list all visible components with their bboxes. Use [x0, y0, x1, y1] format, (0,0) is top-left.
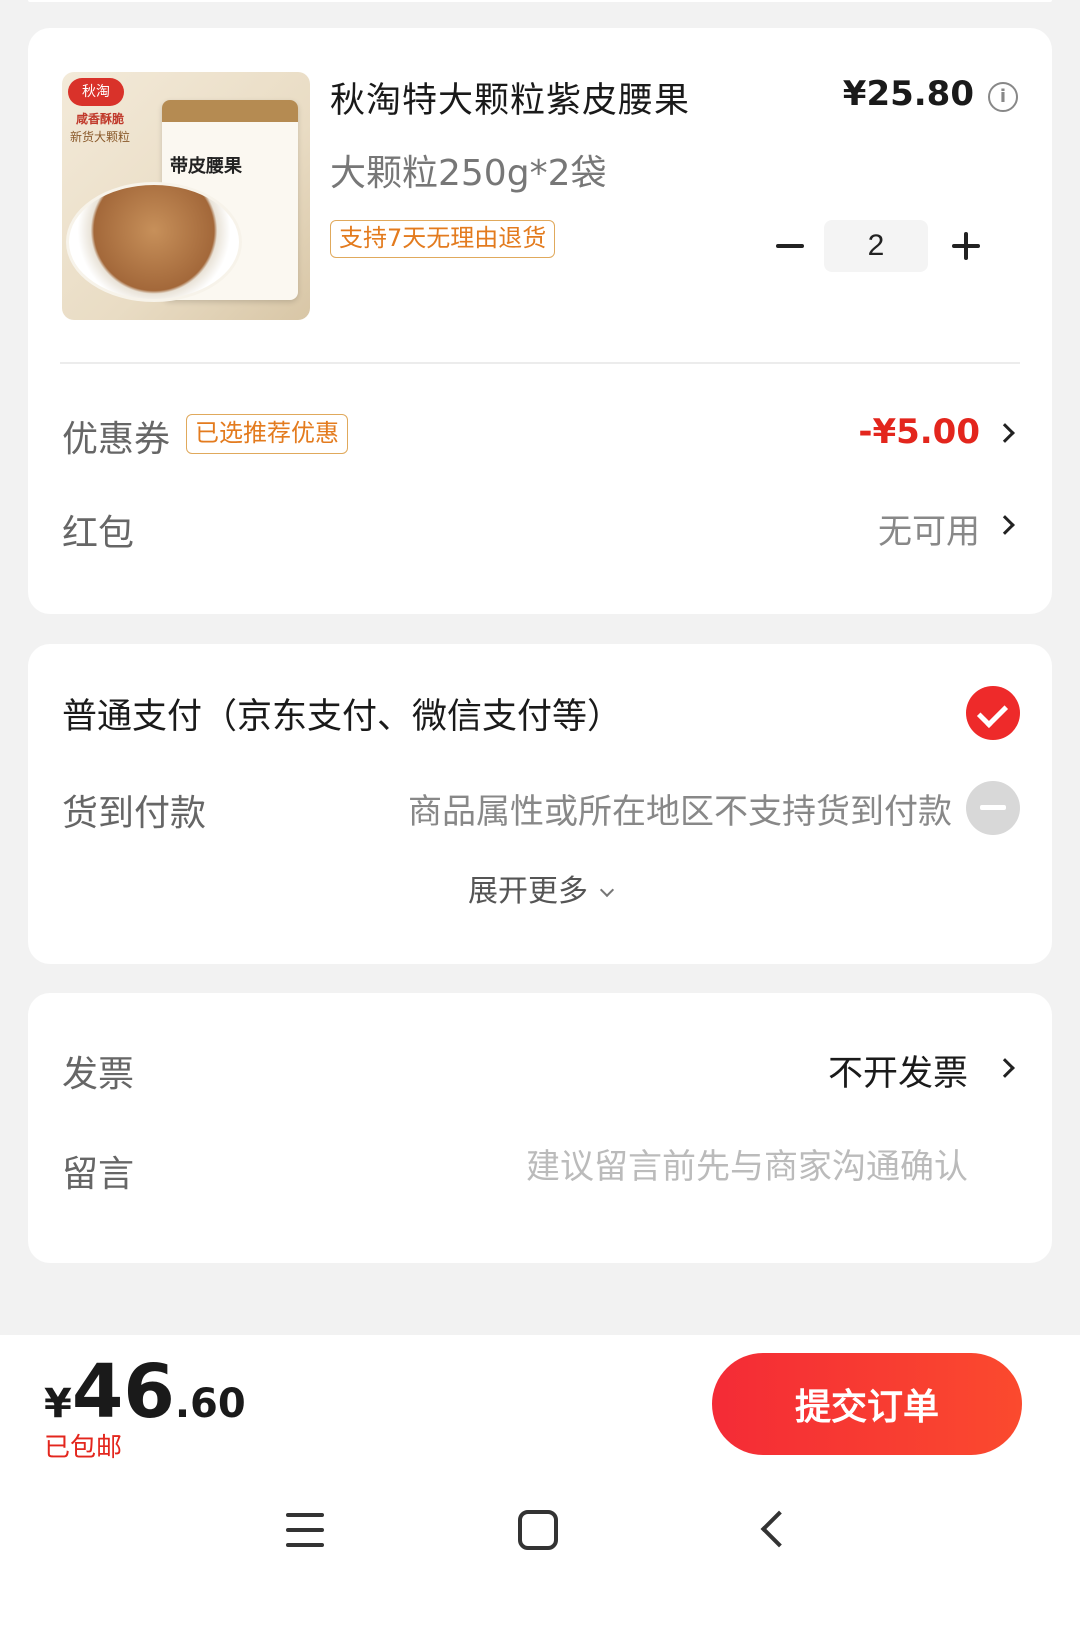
image-package-band	[162, 100, 298, 122]
image-package-title: 带皮腰果	[170, 156, 242, 177]
order-total: ¥46.60	[44, 1349, 246, 1435]
previous-card-edge	[28, 0, 1052, 2]
payment-card: 普通支付（京东支付、微信支付等） 货到付款 商品属性或所在地区不支持货到付款 展…	[28, 644, 1052, 964]
minus-icon	[776, 244, 804, 248]
invoice-value[interactable]: 不开发票	[828, 1045, 968, 1096]
home-icon[interactable]	[518, 1510, 558, 1550]
product-price: ¥25.80	[842, 74, 974, 114]
chevron-right-icon[interactable]	[995, 515, 1015, 535]
check-icon[interactable]	[966, 686, 1020, 740]
info-icon[interactable]: i	[988, 82, 1018, 112]
payment-option-cod: 货到付款	[62, 793, 207, 834]
menu-icon[interactable]	[286, 1513, 324, 1547]
expand-more-label: 展开更多	[468, 874, 588, 909]
red-packet-value[interactable]: 无可用	[878, 504, 980, 553]
checkout-bar: ¥46.60 已包邮 提交订单	[0, 1335, 1080, 1470]
image-cashew-bowl	[66, 182, 242, 302]
plus-icon-v	[964, 232, 968, 260]
submit-order-button[interactable]: 提交订单	[712, 1353, 1022, 1455]
product-image[interactable]: 秋淘 咸香酥脆 新货大颗粒 带皮腰果	[62, 72, 310, 320]
coupon-label: 优惠券	[62, 419, 171, 460]
image-brand-logo: 秋淘	[68, 78, 124, 106]
product-card: 秋淘 咸香酥脆 新货大颗粒 带皮腰果 秋淘特大颗粒紫皮腰果 ¥25.80 i 大…	[28, 28, 1052, 614]
coupon-badge: 已选推荐优惠	[186, 414, 348, 454]
free-shipping-label: 已包邮	[44, 1433, 123, 1463]
invoice-label: 发票	[62, 1054, 135, 1095]
cod-unavailable-note: 商品属性或所在地区不支持货到付款	[408, 792, 952, 832]
message-label: 留言	[62, 1154, 135, 1195]
total-integer: 46	[71, 1349, 175, 1435]
payment-option-normal[interactable]: 普通支付（京东支付、微信支付等）	[62, 688, 622, 739]
red-packet-label: 红包	[62, 513, 135, 554]
total-decimal: .60	[174, 1381, 246, 1427]
invoice-card: 发票 不开发票 留言	[28, 993, 1052, 1263]
expand-more-button[interactable]: 展开更多	[28, 866, 1052, 910]
total-currency: ¥	[44, 1381, 72, 1427]
product-spec: 大颗粒250g*2袋	[330, 153, 607, 194]
system-nav-bar	[0, 1470, 1080, 1628]
quantity-decrease-button[interactable]	[770, 226, 810, 266]
quantity-increase-button[interactable]	[946, 226, 986, 266]
coupon-discount-value[interactable]: -¥5.00	[858, 412, 980, 452]
chevron-right-icon[interactable]	[995, 1058, 1015, 1078]
disabled-icon	[966, 781, 1020, 835]
return-policy-tag: 支持7天无理由退货	[330, 220, 556, 258]
chevron-down-icon	[599, 882, 615, 898]
message-input[interactable]	[408, 1143, 968, 1191]
chevron-right-icon[interactable]	[995, 423, 1015, 443]
back-icon[interactable]	[760, 1510, 798, 1548]
product-title[interactable]: 秋淘特大颗粒紫皮腰果	[330, 72, 690, 123]
image-subtagline: 新货大颗粒	[70, 130, 131, 144]
divider	[60, 362, 1020, 364]
image-tagline: 咸香酥脆	[76, 112, 125, 126]
quantity-input[interactable]	[824, 220, 928, 272]
